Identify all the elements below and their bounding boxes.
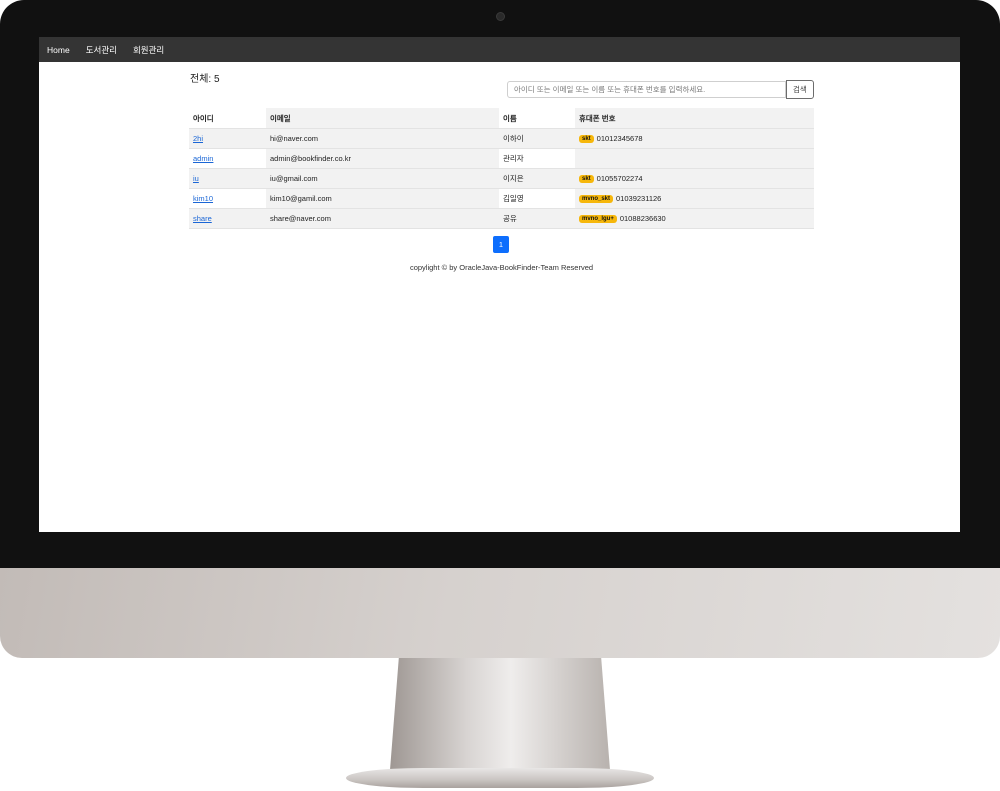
table-header-row: 아이디 이메일 이름 휴대폰 번호 bbox=[189, 108, 814, 129]
monitor-base bbox=[346, 768, 654, 788]
member-id-link[interactable]: 2hi bbox=[193, 134, 203, 143]
table-row: share share@naver.com 공유 mvno_lgu+ 010882… bbox=[189, 208, 814, 229]
header-name: 이름 bbox=[499, 108, 575, 129]
carrier-badge: skt bbox=[579, 135, 594, 143]
header-id: 아이디 bbox=[189, 108, 266, 129]
member-id-link[interactable]: kim10 bbox=[193, 194, 213, 203]
member-id-link[interactable]: share bbox=[193, 214, 212, 223]
member-phone: 01012345678 bbox=[596, 134, 643, 143]
member-id-link[interactable]: iu bbox=[193, 174, 199, 183]
monitor-stand bbox=[390, 658, 610, 770]
camera-icon bbox=[496, 12, 505, 21]
carrier-badge: skt bbox=[579, 175, 594, 183]
member-name: 공유 bbox=[499, 208, 575, 229]
member-email: iu@gmail.com bbox=[266, 168, 499, 189]
table-row: admin admin@bookfinder.co.kr 관리자 bbox=[189, 148, 814, 169]
member-name: 이지은 bbox=[499, 168, 575, 189]
monitor-chin bbox=[0, 568, 1000, 658]
nav-book-management[interactable]: 도서관리 bbox=[86, 44, 117, 56]
total-count: 전체: 5 bbox=[190, 74, 220, 85]
member-phone: 01055702274 bbox=[596, 174, 643, 183]
member-email: kim10@gamil.com bbox=[266, 188, 499, 209]
carrier-badge: mvno_skt bbox=[579, 195, 614, 203]
nav-member-management[interactable]: 회원관리 bbox=[133, 44, 164, 56]
member-phone: 01039231126 bbox=[616, 194, 662, 203]
header-phone: 휴대폰 번호 bbox=[575, 108, 814, 129]
navbar: Home 도서관리 회원관리 bbox=[39, 37, 960, 62]
member-email: admin@bookfinder.co.kr bbox=[266, 148, 499, 169]
page-button-1[interactable]: 1 bbox=[493, 236, 509, 253]
table-row: 2hi hi@naver.com 이하이 skt 01012345678 bbox=[189, 128, 814, 149]
member-table: 아이디 이메일 이름 휴대폰 번호 2hi hi@naver.com 이하이 s… bbox=[189, 108, 814, 229]
member-phone: 01088236630 bbox=[619, 214, 666, 223]
member-email: share@naver.com bbox=[266, 208, 499, 229]
nav-home[interactable]: Home bbox=[47, 45, 70, 55]
search-input[interactable] bbox=[507, 81, 786, 98]
member-email: hi@naver.com bbox=[266, 128, 499, 149]
search-button[interactable]: 검색 bbox=[786, 80, 814, 99]
member-id-link[interactable]: admin bbox=[193, 154, 213, 163]
member-name: 관리자 bbox=[499, 148, 575, 169]
search-bar: 검색 bbox=[507, 80, 814, 99]
screen: Home 도서관리 회원관리 전체: 5 검색 아이디 이메일 이름 휴대폰 번… bbox=[39, 37, 960, 532]
table-row: kim10 kim10@gamil.com 김일영 mvno_skt 010392… bbox=[189, 188, 814, 209]
carrier-badge: mvno_lgu+ bbox=[579, 215, 617, 223]
header-email: 이메일 bbox=[266, 108, 499, 129]
member-name: 이하이 bbox=[499, 128, 575, 149]
footer-copyright: copylight © by OracleJava-BookFinder-Tea… bbox=[409, 263, 594, 272]
table-row: iu iu@gmail.com 이지은 skt 01055702274 bbox=[189, 168, 814, 189]
member-name: 김일영 bbox=[499, 188, 575, 209]
member-phone bbox=[575, 148, 814, 169]
